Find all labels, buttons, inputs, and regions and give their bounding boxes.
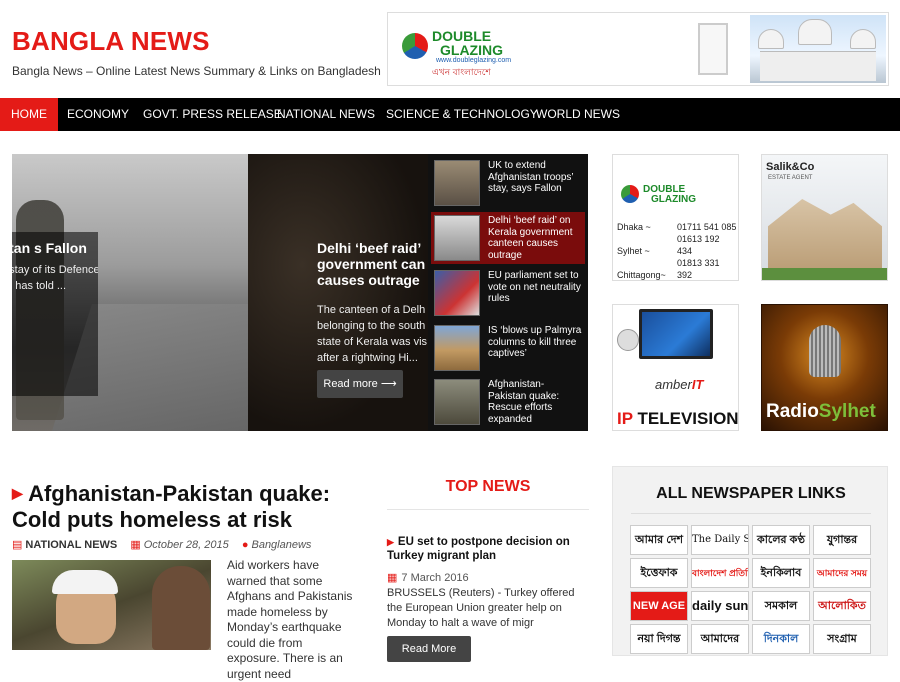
slide-current[interactable]: Delhi ‘beef raid’ government can causes …: [248, 154, 428, 431]
thumbnail-image: [434, 160, 480, 206]
newspaper-logo-amar-desh[interactable]: আমার দেশ: [630, 525, 688, 555]
house-image: [768, 199, 882, 277]
newspaper-logo-kaler-kantho[interactable]: কালের কণ্ঠ: [752, 525, 810, 555]
site-title[interactable]: BANGLA NEWS: [12, 26, 210, 57]
top-news-headline[interactable]: ▶ EU set to postpone decision on Turkey m…: [387, 535, 587, 563]
nav-national-news[interactable]: NATIONAL NEWS: [266, 98, 386, 131]
slide-list-item-active[interactable]: Delhi ‘beef raid’ on Kerala government c…: [431, 212, 585, 264]
double-glazing-logo: DOUBLE GLAZING www.doubleglazing.com এখন…: [402, 23, 542, 77]
newspaper-logo-daily-star[interactable]: The Daily Star: [691, 525, 749, 555]
feature-article-meta: ▤ NATIONAL NEWS ▦ October 28, 2015 ● Bangla…: [12, 538, 321, 551]
newspaper-logo-alokito[interactable]: আলোকিত: [813, 591, 871, 621]
slide-previous-caption: ghanistan s Fallon e stay of its Defence…: [12, 232, 98, 396]
article-date: October 28, 2015: [143, 539, 229, 551]
top-news-read-more-button[interactable]: Read More: [387, 636, 471, 662]
ad-title: Salik&Co: [766, 161, 815, 173]
ad-url: www.doubleglazing.com: [436, 57, 512, 64]
iptv-label: IP TELEVISION: [617, 409, 739, 428]
slide-list-title: EU parliament set to vote on net neutral…: [488, 270, 581, 304]
slide-list-title: IS ‘blows up Palmyra columns to kill thr…: [488, 325, 582, 359]
ad-brand-line2: GLAZING: [440, 42, 503, 58]
main-nav: HOME ECONOMY GOVT. PRESS RELEASE NATIONA…: [0, 98, 900, 131]
site-header: BANGLA NEWS Bangla News – Online Latest …: [0, 0, 900, 98]
amber-it-logo: amberIT: [655, 377, 704, 392]
thumbnail-image: [434, 379, 480, 425]
slide-list-item[interactable]: Afghanistan-Pakistan quake: Rescue effor…: [431, 376, 585, 428]
salik-estate-agent-ad[interactable]: Salik&Co ESTATE AGENT: [761, 154, 888, 281]
nav-economy[interactable]: ECONOMY: [56, 98, 140, 131]
thumbnail-image: [434, 270, 480, 316]
ad-tagline: এখন বাংলাদেশে: [432, 67, 491, 77]
newspaper-logo-samakal[interactable]: সমকাল: [752, 591, 810, 621]
television-icon: [639, 309, 713, 359]
double-glazing-sidebar-ad[interactable]: DOUBLE GLAZING Dhaka ~01711 541 085 Sylh…: [612, 154, 739, 281]
slide-list: UK to extend Afghanistan troops’ stay, s…: [428, 154, 588, 431]
folder-icon: ▤: [12, 539, 23, 551]
ad-subtitle: ESTATE AGENT: [768, 175, 813, 181]
amber-it-iptv-ad[interactable]: amberIT IP TELEVISION: [612, 304, 739, 431]
thumbnail-image: [434, 215, 480, 261]
slide-list-item[interactable]: IS ‘blows up Palmyra columns to kill thr…: [431, 322, 585, 374]
divider: [387, 509, 589, 510]
newspaper-logo-amader-shomoy[interactable]: আমাদের সময়: [813, 558, 871, 588]
feature-article-excerpt: Aid workers have warned that some Afghan…: [227, 558, 353, 681]
article-author[interactable]: Banglanews: [251, 539, 311, 551]
radio-sylhet-ad[interactable]: RadioSylhet: [761, 304, 888, 431]
satellite-dish-icon: [617, 329, 639, 351]
thumbnail-image: [434, 325, 480, 371]
newspaper-links-panel: ALL NEWSPAPER LINKS আমার দেশ The Daily S…: [612, 466, 888, 656]
slide-list-item[interactable]: UK to extend Afghanistan troops’ stay, s…: [431, 157, 585, 209]
feature-article-title[interactable]: ▶ Afghanistan-Pakistan quake: Cold puts …: [12, 482, 352, 532]
microphone-icon: [809, 325, 841, 377]
article-category[interactable]: NATIONAL NEWS: [25, 539, 117, 551]
newspaper-logo-daily-sun[interactable]: daily sun: [691, 591, 749, 621]
ad-brand-line2: GLAZING: [651, 194, 696, 205]
slide-list-title: Delhi ‘beef raid’ on Kerala government c…: [488, 215, 573, 261]
newspaper-logo-new-age[interactable]: NEW AGE: [630, 591, 688, 621]
site-description: Bangla News – Online Latest News Summary…: [12, 64, 381, 78]
calendar-icon: ▦: [130, 539, 141, 551]
newspaper-logo-inqilab[interactable]: ইনকিলাব: [752, 558, 810, 588]
slide-headline[interactable]: Delhi ‘beef raid’ government can causes …: [317, 240, 428, 288]
nav-world-news[interactable]: WORLD NEWS: [525, 98, 631, 131]
slide-previous-excerpt: e stay of its Defence on has told ...: [12, 264, 98, 292]
slide-previous-headline: ghanistan s Fallon: [12, 240, 87, 256]
top-news-excerpt: BRUSSELS (Reuters) - Turkey offered the …: [387, 587, 575, 629]
news-slider: ghanistan s Fallon e stay of its Defence…: [12, 154, 588, 431]
mosque-image: [750, 15, 886, 83]
slide-read-more-button[interactable]: Read more ⟶: [317, 370, 403, 398]
newspaper-logo-jugantor[interactable]: যুগান্তর: [813, 525, 871, 555]
calendar-icon: ▦: [387, 572, 398, 584]
slide-list-item[interactable]: EU parliament set to vote on net neutral…: [431, 267, 585, 319]
ad-contacts: Dhaka ~01711 541 085 Sylhet ~01613 192 4…: [617, 222, 737, 280]
slide-list-title: Afghanistan-Pakistan quake: Rescue effor…: [488, 379, 560, 425]
top-news-date: ▦ 7 March 2016: [387, 572, 469, 584]
newspaper-links-heading: ALL NEWSPAPER LINKS: [656, 485, 846, 502]
slide-excerpt: The canteen of a Delh belonging to the s…: [317, 304, 428, 364]
newspaper-logo-ittefaq[interactable]: ইত্তেফাক: [630, 558, 688, 588]
divider: [631, 513, 871, 514]
feature-article-image[interactable]: [12, 560, 211, 650]
newspaper-logo-bangladesh-pratidin[interactable]: বাংলাদেশ প্রতিদিন: [691, 558, 749, 588]
slide-previous[interactable]: ghanistan s Fallon e stay of its Defence…: [12, 154, 252, 431]
header-banner-ad[interactable]: DOUBLE GLAZING www.doubleglazing.com এখন…: [387, 12, 889, 86]
ad-brand-line1: DOUBLE: [432, 28, 492, 44]
slide-list-title: UK to extend Afghanistan troops’ stay, s…: [488, 160, 574, 194]
window-frame-image: [698, 23, 728, 75]
user-icon: ●: [241, 539, 249, 551]
nav-home[interactable]: HOME: [0, 98, 58, 131]
radio-sylhet-logo: RadioSylhet: [766, 401, 876, 422]
top-news-heading: TOP NEWS: [445, 478, 531, 495]
nav-science-technology[interactable]: SCIENCE & TECHNOLOGY: [375, 98, 549, 131]
